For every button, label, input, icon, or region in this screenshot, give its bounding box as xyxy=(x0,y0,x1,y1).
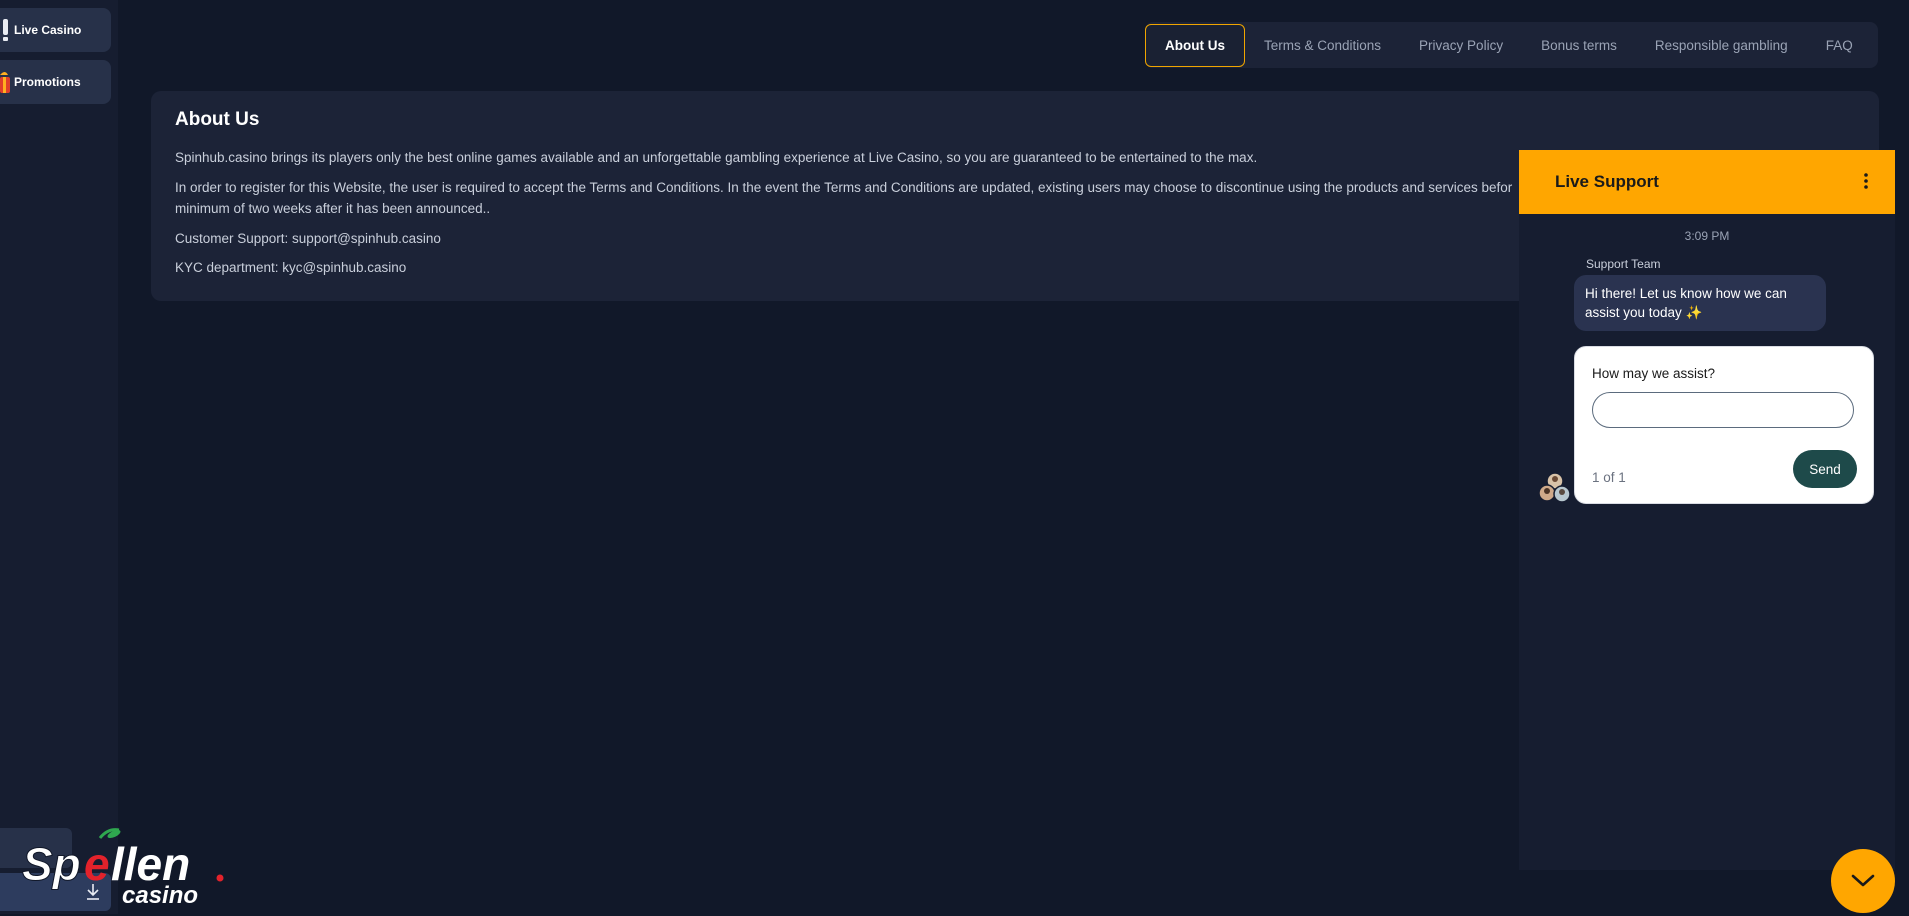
paragraph-terms: In order to register for this Website, t… xyxy=(175,180,1513,195)
tab-responsible-gambling[interactable]: Responsible gambling xyxy=(1636,23,1807,67)
svg-text:e: e xyxy=(84,838,110,890)
paragraph-intro: Spinhub.casino brings its players only t… xyxy=(175,150,1258,165)
chat-toggle-button[interactable] xyxy=(1831,849,1895,913)
gift-icon xyxy=(0,69,14,95)
sidebar-item-label: Promotions xyxy=(14,75,81,89)
live-casino-icon xyxy=(0,17,14,43)
tab-bonus-terms[interactable]: Bonus terms xyxy=(1522,23,1636,67)
paragraph-terms-continued: minimum of two weeks after it has been a… xyxy=(175,201,491,216)
svg-text:casino: casino xyxy=(122,882,198,909)
tab-privacy-policy[interactable]: Privacy Policy xyxy=(1400,23,1522,67)
page-title: About Us xyxy=(175,109,260,130)
form-label: How may we assist? xyxy=(1592,366,1716,381)
chevron-down-icon xyxy=(1851,874,1875,887)
assist-form-card: How may we assist? 1 of 1 Send xyxy=(1574,346,1874,504)
send-button[interactable]: Send xyxy=(1793,450,1857,488)
chat-title: Live Support xyxy=(1555,172,1659,191)
form-step-counter: 1 of 1 xyxy=(1592,470,1626,485)
support-agents-avatar-icon xyxy=(1538,472,1571,503)
sidebar-item-promotions[interactable]: Promotions xyxy=(0,60,111,104)
spellen-casino-logo[interactable]: Sp e llen casino xyxy=(22,826,232,916)
info-tabs: About Us Terms & Conditions Privacy Poli… xyxy=(1145,22,1878,68)
sidebar: Live Casino Promotions xyxy=(0,0,118,914)
sidebar-item-live-casino[interactable]: Live Casino xyxy=(0,8,111,52)
chat-header: Live Support xyxy=(1519,150,1895,214)
assist-input[interactable] xyxy=(1592,392,1854,428)
customer-support-contact: Customer Support: support@spinhub.casino xyxy=(175,231,441,246)
live-support-widget: Live Support 3:09 PM Support Team Hi the… xyxy=(1519,150,1895,870)
message-timestamp: 3:09 PM xyxy=(1684,229,1730,243)
sidebar-item-label: Live Casino xyxy=(14,23,82,37)
more-options-icon[interactable] xyxy=(1863,171,1869,191)
tab-terms-conditions[interactable]: Terms & Conditions xyxy=(1245,23,1400,67)
message-sender: Support Team xyxy=(1586,257,1661,271)
kyc-contact: KYC department: kyc@spinhub.casino xyxy=(175,260,407,275)
svg-text:Sp: Sp xyxy=(22,838,81,890)
tab-about-us[interactable]: About Us xyxy=(1145,23,1245,67)
chat-message-bubble: Hi there! Let us know how we can assist … xyxy=(1574,275,1826,331)
tab-faq[interactable]: FAQ xyxy=(1807,23,1872,67)
